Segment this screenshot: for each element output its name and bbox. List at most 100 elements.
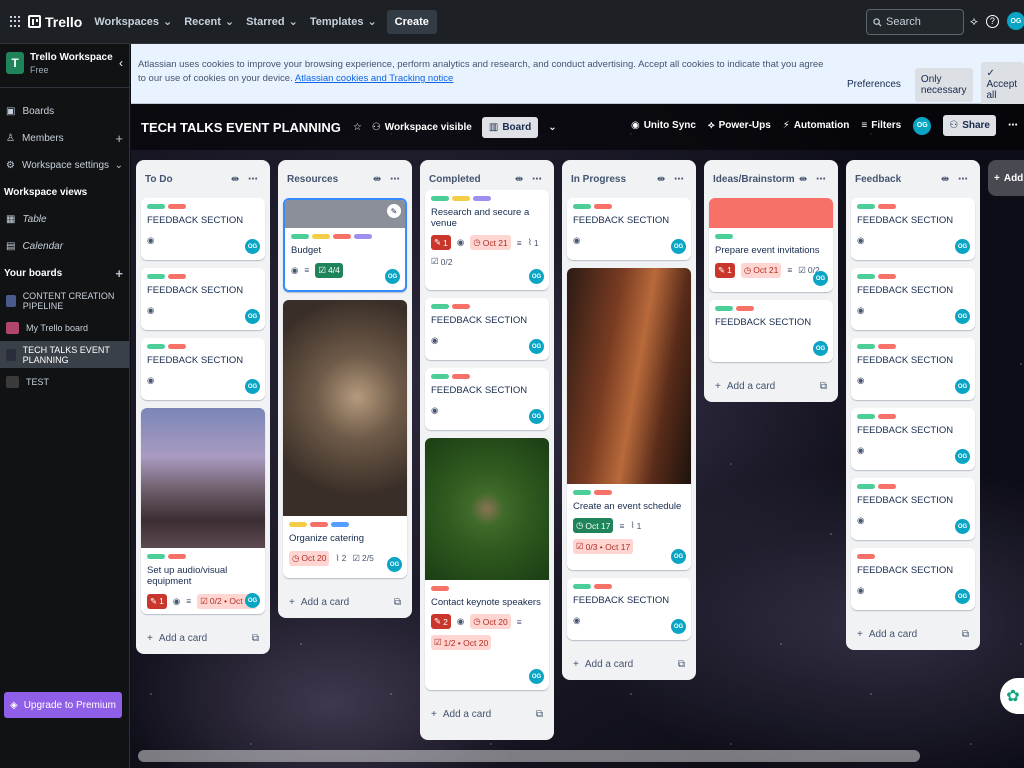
list-actions-icon[interactable]: ⇹ ⋯ [373, 174, 403, 185]
card-member-avatar[interactable]: OG [529, 409, 544, 424]
template-icon[interactable]: ⧉ [394, 597, 401, 608]
templates-menu[interactable]: Templates ⌄ [304, 11, 383, 32]
card[interactable]: FEEDBACK SECTION ◉ OG [851, 478, 975, 540]
cookie-notice-link[interactable]: Atlassian cookies and Tracking notice [295, 73, 453, 84]
card-member-avatar[interactable]: OG [955, 379, 970, 394]
sidebar-board-test[interactable]: TEST [0, 368, 129, 395]
starred-menu[interactable]: Starred ⌄ [240, 11, 304, 32]
horizontal-scrollbar[interactable] [138, 750, 920, 762]
card-member-avatar[interactable]: OG [955, 589, 970, 604]
card-member-avatar[interactable]: OG [955, 239, 970, 254]
help-icon[interactable]: ? [985, 14, 999, 28]
template-icon[interactable]: ⧉ [962, 629, 969, 640]
card[interactable]: ✎ Budget ◉ ≡ ☑ 4/4 OG [283, 198, 407, 292]
recent-menu[interactable]: Recent ⌄ [178, 11, 240, 32]
star-icon[interactable]: ☆ [353, 122, 362, 133]
card-member-avatar[interactable]: OG [245, 379, 260, 394]
card-member-avatar[interactable]: OG [671, 619, 686, 634]
card-member-avatar[interactable]: OG [529, 669, 544, 684]
card[interactable]: Prepare event invitations ✎ 1 ◷ Oct 21 ≡ ☑… [709, 198, 833, 292]
card-member-avatar[interactable]: OG [529, 269, 544, 284]
app-switcher-icon[interactable] [10, 15, 22, 28]
sidebar-item-table[interactable]: ▦ Table [0, 206, 129, 233]
card[interactable]: FEEDBACK SECTION ◉ OG [851, 548, 975, 610]
list-actions-icon[interactable]: ⇹ ⋯ [941, 174, 971, 185]
edit-pencil-icon[interactable]: ✎ [387, 204, 401, 218]
sidebar-board-my-trello[interactable]: My Trello board [0, 314, 129, 341]
list-actions-icon[interactable]: ⇹ ⋯ [657, 174, 687, 185]
card-member-avatar[interactable]: OG [245, 309, 260, 324]
notifications-icon[interactable]: ⟡ [970, 14, 978, 29]
card-member-avatar[interactable]: OG [813, 271, 828, 286]
share-button[interactable]: ⚇ Share [943, 115, 996, 136]
unito-sync-button[interactable]: ◉ Unito Sync [631, 120, 696, 131]
board-title[interactable]: TECH TALKS EVENT PLANNING [141, 120, 341, 135]
card[interactable]: FEEDBACK SECTION ◉ OG [851, 198, 975, 260]
visibility-button[interactable]: ⚇ Workspace visible [372, 122, 472, 133]
view-switcher-chevron-icon[interactable]: ⌄ [548, 122, 556, 133]
card-member-avatar[interactable]: OG [245, 239, 260, 254]
card[interactable]: FEEDBACK SECTION ◉ OG [567, 198, 691, 260]
card[interactable]: Organize catering ◷ Oct 20 ⌇ 2 ☑ 2/5 OG [283, 300, 407, 578]
only-necessary-button[interactable]: Only necessary [914, 67, 973, 102]
card[interactable]: Research and secure a venue ✎ 1 ◉ ◷ Oct 21… [425, 190, 549, 290]
card[interactable]: Create an event schedule ◷ Oct 17 ≡ ⌇ 1 ☑ 0… [567, 268, 691, 570]
add-card-button[interactable]: + Add a card ⧉ [709, 370, 833, 402]
list-title[interactable]: Feedback [855, 174, 901, 185]
list-title[interactable]: Ideas/Brainstorm [713, 174, 795, 185]
card-member-avatar[interactable]: OG [245, 593, 260, 608]
account-avatar[interactable]: OG [1006, 12, 1024, 30]
template-icon[interactable]: ⧉ [678, 659, 685, 670]
list-title[interactable]: Completed [429, 174, 481, 185]
list-title[interactable]: In Progress [571, 174, 626, 185]
card[interactable]: FEEDBACK SECTION ◉ OG [141, 338, 265, 400]
list-actions-icon[interactable]: ⇹ ⋯ [231, 174, 261, 185]
card-member-avatar[interactable]: OG [671, 549, 686, 564]
list-actions-icon[interactable]: ⇹ ⋯ [515, 174, 545, 185]
sidebar-item-calendar[interactable]: ▤ Calendar [0, 233, 129, 260]
card[interactable]: FEEDBACK SECTION ◉ OG [425, 298, 549, 360]
card[interactable]: FEEDBACK SECTION OG [709, 300, 833, 362]
member-avatar[interactable]: OG [913, 116, 932, 135]
add-card-button[interactable]: + Add a card ⧉ [141, 622, 265, 654]
card[interactable]: FEEDBACK SECTION ◉ OG [851, 338, 975, 400]
card-member-avatar[interactable]: OG [813, 341, 828, 356]
card-member-avatar[interactable]: OG [671, 239, 686, 254]
card[interactable]: FEEDBACK SECTION ◉ OG [141, 198, 265, 260]
card[interactable]: Set up audio/visual equipment ✎ 1 ◉ ≡ ☑ 0/… [141, 408, 265, 614]
sidebar-item-members[interactable]: ♙ Members + [0, 125, 129, 152]
add-card-button[interactable]: + Add a card ⧉ [851, 618, 975, 650]
card[interactable]: FEEDBACK SECTION ◉ OG [425, 368, 549, 430]
card-member-avatar[interactable]: OG [387, 557, 402, 572]
accept-all-button[interactable]: ✓ Accept all [980, 62, 1024, 107]
card[interactable]: FEEDBACK SECTION ◉ OG [851, 268, 975, 330]
card-member-avatar[interactable]: OG [955, 449, 970, 464]
card[interactable]: FEEDBACK SECTION ◉ OG [141, 268, 265, 330]
sidebar-board-content-creation[interactable]: CONTENT CREATION PIPELINE [0, 287, 129, 314]
card-member-avatar[interactable]: OG [529, 339, 544, 354]
search-input[interactable]: Search [866, 9, 964, 35]
more-icon[interactable]: ⋯ [1008, 120, 1018, 131]
list-title[interactable]: Resources [287, 174, 338, 185]
sidebar-item-boards[interactable]: ▣ Boards [0, 98, 129, 125]
list-actions-icon[interactable]: ⇹ ⋯ [799, 174, 829, 185]
add-member-icon[interactable]: + [115, 131, 123, 146]
add-card-button[interactable]: + Add a card ⧉ [425, 698, 549, 730]
create-button[interactable]: Create [386, 9, 437, 34]
upgrade-premium-button[interactable]: ◈ Upgrade to Premium [4, 692, 122, 718]
collapse-sidebar-icon[interactable]: ‹ [119, 56, 123, 70]
add-list-button[interactable]: +Add a [988, 160, 1024, 196]
template-icon[interactable]: ⧉ [252, 633, 259, 644]
card-member-avatar[interactable]: OG [385, 269, 400, 284]
workspaces-menu[interactable]: Workspaces ⌄ [88, 11, 178, 32]
add-board-icon[interactable]: + [115, 266, 123, 281]
trello-logo[interactable]: Trello [28, 14, 82, 30]
automation-button[interactable]: ⚡ Automation [783, 120, 850, 131]
card-member-avatar[interactable]: OG [955, 309, 970, 324]
template-icon[interactable]: ⧉ [820, 381, 827, 392]
sidebar-board-tech-talks[interactable]: TECH TALKS EVENT PLANNING [0, 341, 129, 368]
card-member-avatar[interactable]: OG [955, 519, 970, 534]
cookie-preferences-button[interactable]: Preferences [841, 73, 907, 96]
sidebar-item-workspace-settings[interactable]: ⚙ Workspace settings ⌄ [0, 152, 129, 179]
power-ups-button[interactable]: ⟡ Power-Ups [708, 120, 771, 131]
